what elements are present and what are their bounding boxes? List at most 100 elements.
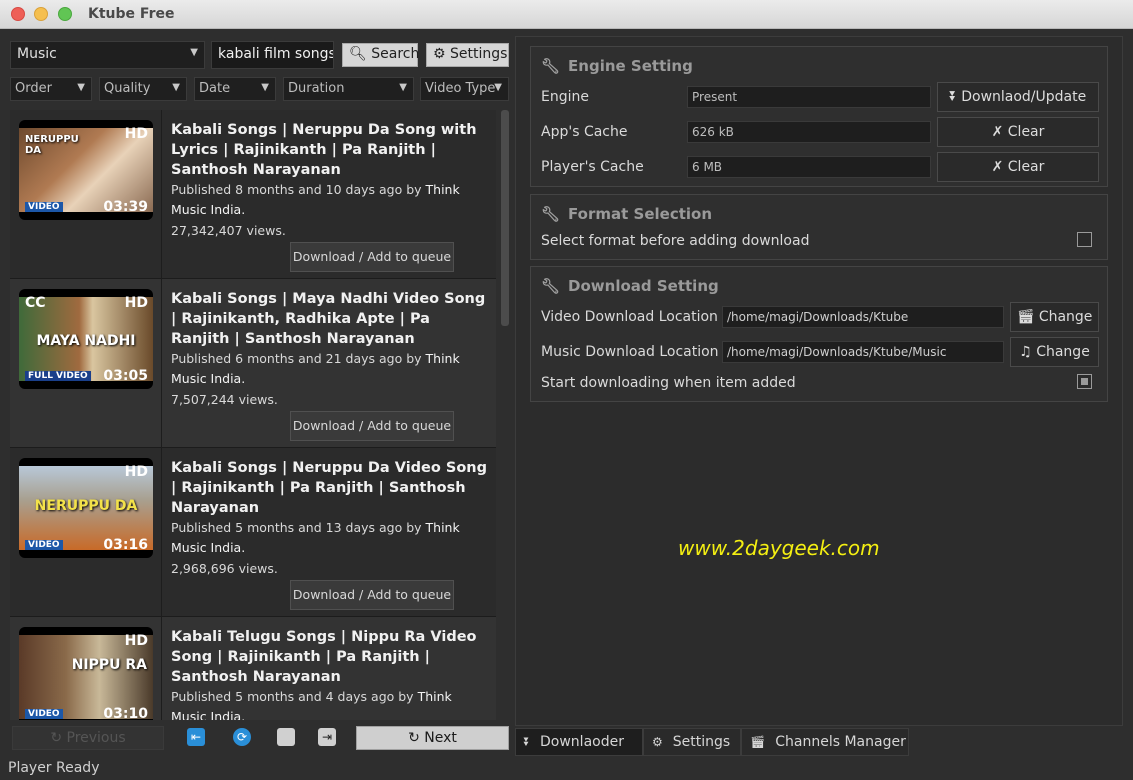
tab-channels-manager-label: Channels Manager <box>775 734 906 750</box>
player-cache-field: 6 MB <box>687 156 931 178</box>
duration-badge: 03:10 <box>103 706 148 720</box>
stop-icon[interactable] <box>277 728 295 746</box>
tab-downloader[interactable]: ⏬︎ Downlaoder <box>515 728 643 756</box>
next-button[interactable]: ↻ Next <box>356 726 509 750</box>
view-count: 7,507,244 views. <box>171 392 278 407</box>
download-update-label: Downlaod/Update <box>961 89 1087 105</box>
status-bar-text: Player Ready <box>8 760 100 776</box>
chevron-down-icon: ▼ <box>399 82 407 93</box>
video-location-field[interactable]: /home/magi/Downloads/Ktube <box>722 306 1004 328</box>
chevron-down-icon: ▼ <box>494 82 502 93</box>
hd-badge: HD <box>124 295 148 311</box>
duration-badge: 03:16 <box>103 537 148 553</box>
video-thumbnail[interactable]: NIPPU RA HD VIDEO 03:10 <box>19 627 153 720</box>
tab-channels-manager[interactable]: 🎬︎ Channels Manager <box>741 728 909 756</box>
forward-icon[interactable]: ⇥ <box>318 728 336 746</box>
engine-setting-title-text: Engine Setting <box>568 57 693 75</box>
result-item[interactable]: MAYA NADHI CC HD FULL VIDEO 03:05 Kabali… <box>10 279 496 448</box>
previous-button[interactable]: ↻ Previous <box>12 726 164 750</box>
result-item[interactable]: NERUPPU DA HD VIDEO 03:39 Kabali Songs |… <box>10 110 496 279</box>
download-arrow-icon: ⏬︎ <box>524 735 531 749</box>
app-cache-field: 626 kB <box>687 121 931 143</box>
maximize-window-button[interactable] <box>58 7 72 21</box>
view-count: 27,342,407 views. <box>171 223 286 238</box>
refresh-icon[interactable]: ⟳ <box>233 728 251 746</box>
cc-badge: CC <box>25 295 46 311</box>
download-button[interactable]: Download / Add to queue <box>290 242 454 272</box>
next-label: Next <box>424 730 457 746</box>
tab-settings[interactable]: ⚙ Settings <box>643 728 741 756</box>
change-label: Change <box>1038 309 1093 325</box>
format-selection-title: 🔧︎ Format Selection <box>541 205 712 223</box>
close-window-button[interactable] <box>11 7 25 21</box>
download-setting-title-text: Download Setting <box>568 277 719 295</box>
result-meta: Published 8 months and 10 days ago by Th… <box>171 180 491 220</box>
format-selection-title-text: Format Selection <box>568 205 713 223</box>
clear-app-cache-button[interactable]: ✗ Clear <box>937 117 1099 147</box>
video-type-filter-label: Video Type <box>425 81 496 96</box>
duration-badge: 03:39 <box>103 199 148 215</box>
duration-badge: 03:05 <box>103 368 148 384</box>
hd-badge: HD <box>124 464 148 480</box>
result-title[interactable]: Kabali Telugu Songs | Nippu Ra Video Son… <box>171 627 489 687</box>
change-label: Change <box>1036 344 1090 360</box>
video-tag: VIDEO <box>25 709 63 719</box>
music-location-field[interactable]: /home/magi/Downloads/Ktube/Music <box>722 341 1004 363</box>
date-filter[interactable]: Date ▼ <box>194 77 276 101</box>
thumbnail-column: MAYA NADHI CC HD FULL VIDEO 03:05 <box>10 279 162 448</box>
category-select[interactable]: Music ▼ <box>10 41 205 69</box>
change-music-location-button[interactable]: ♫ Change <box>1010 337 1099 367</box>
download-button[interactable]: Download / Add to queue <box>290 411 454 441</box>
quality-filter[interactable]: Quality ▼ <box>99 77 187 101</box>
download-update-engine-button[interactable]: ⏬︎ Downlaod/Update <box>937 82 1099 112</box>
video-type-filter[interactable]: Video Type ▼ <box>420 77 509 101</box>
previous-label: Previous <box>66 730 126 746</box>
video-thumbnail[interactable]: NERUPPU DA HD VIDEO 03:39 <box>19 120 153 220</box>
search-button[interactable]: 🔍︎ Search <box>342 43 419 67</box>
change-video-location-button[interactable]: 🎬︎ Change <box>1010 302 1099 332</box>
app-cache-label: App's Cache <box>541 124 628 140</box>
date-filter-label: Date <box>199 81 231 96</box>
result-item[interactable]: NIPPU RA HD VIDEO 03:10 Kabali Telugu So… <box>10 617 496 720</box>
result-title[interactable]: Kabali Songs | Maya Nadhi Video Song | R… <box>171 289 489 349</box>
settings-button-label: Settings <box>450 46 508 62</box>
chevron-down-icon: ▼ <box>261 82 269 93</box>
quality-filter-label: Quality <box>104 81 151 96</box>
hd-badge: HD <box>124 633 148 649</box>
download-button[interactable]: Download / Add to queue <box>290 580 454 610</box>
published-text: Published 5 months and 13 days ago by <box>171 520 422 535</box>
video-thumbnail[interactable]: MAYA NADHI CC HD FULL VIDEO 03:05 <box>19 289 153 389</box>
music-note-icon: ♫ <box>1019 344 1032 360</box>
engine-value-field: Present <box>687 86 931 108</box>
back-icon[interactable]: ⇤ <box>187 728 205 746</box>
format-selection-group: 🔧︎ Format Selection Select format before … <box>530 194 1108 260</box>
duration-filter[interactable]: Duration ▼ <box>283 77 414 101</box>
video-tag: VIDEO <box>25 540 63 550</box>
engine-label: Engine <box>541 89 589 105</box>
select-format-checkbox[interactable] <box>1077 232 1092 247</box>
thumbnail-column: NERUPPU DA HD VIDEO 03:39 <box>10 110 162 279</box>
result-title[interactable]: Kabali Songs | Neruppu Da Song with Lyri… <box>171 120 489 180</box>
clear-player-cache-button[interactable]: ✗ Clear <box>937 152 1099 182</box>
minimize-window-button[interactable] <box>34 7 48 21</box>
published-text: Published 6 months and 21 days ago by <box>171 351 422 366</box>
results-list[interactable]: NERUPPU DA HD VIDEO 03:39 Kabali Songs |… <box>10 110 496 720</box>
search-input[interactable]: kabali film songs <box>211 41 334 69</box>
title-bar: Ktube Free <box>0 0 1133 29</box>
chevron-down-icon: ▼ <box>172 82 180 93</box>
result-item[interactable]: NERUPPU DA HD VIDEO 03:16 Kabali Songs |… <box>10 448 496 617</box>
search-icon: 🔍︎ <box>349 46 367 62</box>
duration-filter-label: Duration <box>288 81 345 96</box>
chevron-down-icon: ▼ <box>77 82 85 93</box>
video-thumbnail[interactable]: NERUPPU DA HD VIDEO 03:16 <box>19 458 153 558</box>
order-filter[interactable]: Order ▼ <box>10 77 92 101</box>
reload-icon: ↻ <box>50 730 63 746</box>
engine-setting-group: 🔧︎ Engine Setting Engine Present ⏬︎ Downl… <box>530 46 1108 187</box>
wrench-icon: 🔧︎ <box>541 205 561 223</box>
results-scrollbar[interactable] <box>501 110 509 326</box>
video-location-label: Video Download Location <box>541 309 718 325</box>
hd-badge: HD <box>124 126 148 142</box>
result-title[interactable]: Kabali Songs | Neruppu Da Video Song | R… <box>171 458 489 518</box>
settings-button[interactable]: ⚙ Settings <box>426 43 509 67</box>
start-downloading-checkbox[interactable] <box>1077 374 1092 389</box>
